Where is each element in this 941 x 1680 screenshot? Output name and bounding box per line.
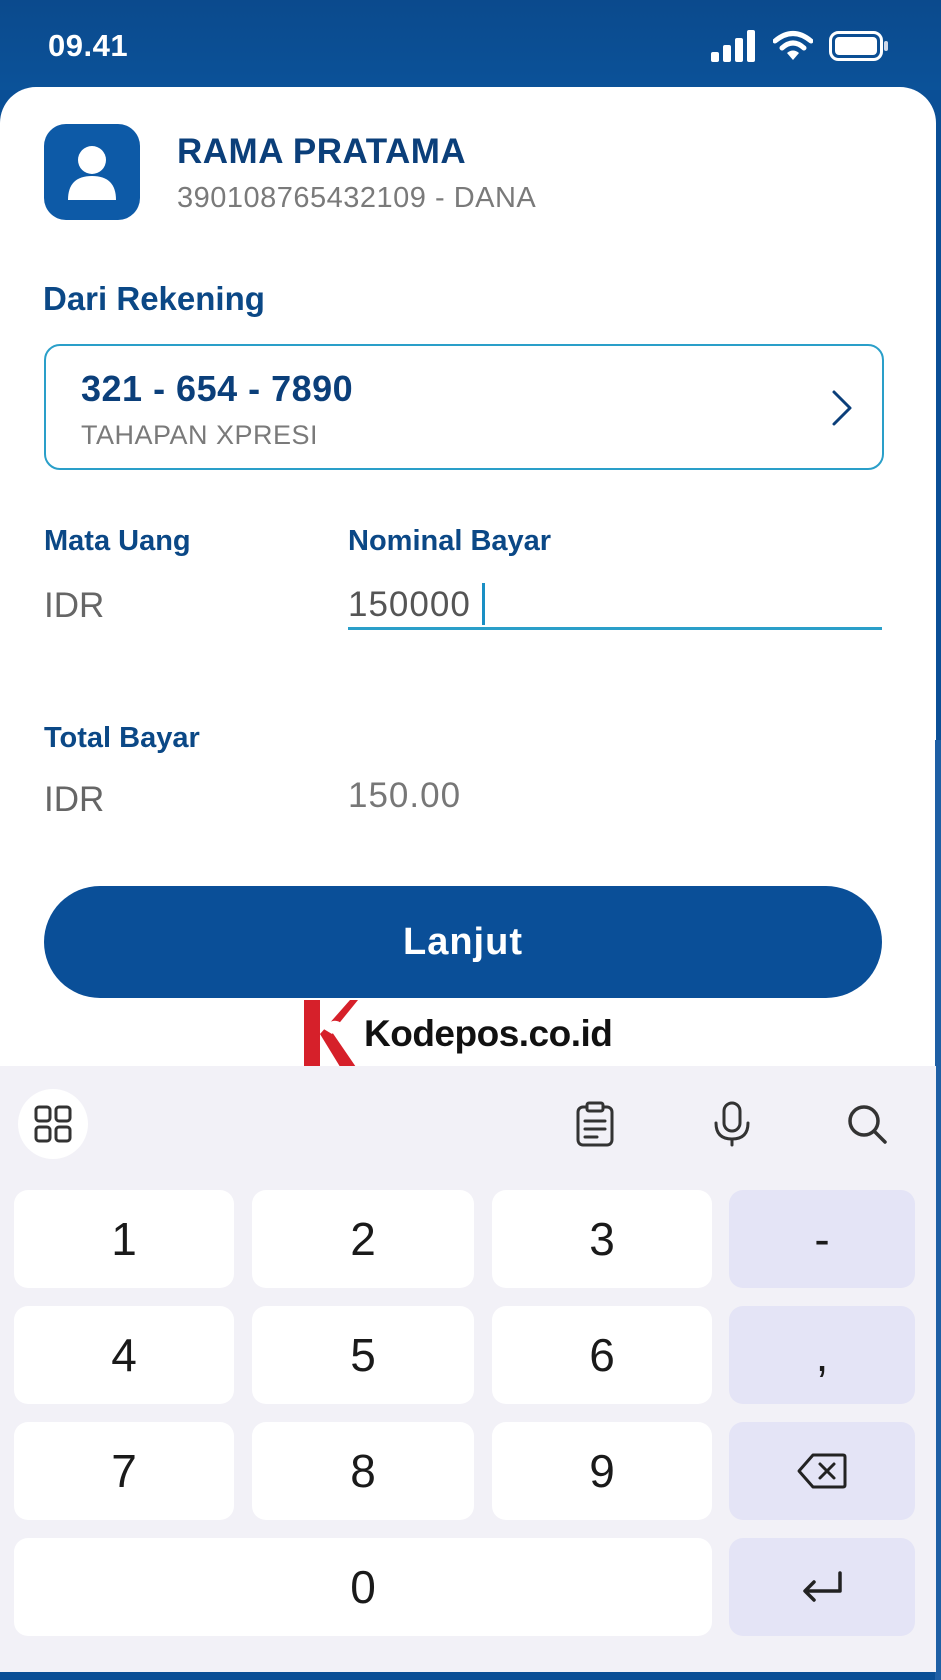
- currency-value: IDR: [44, 586, 105, 625]
- microphone-icon: [714, 1101, 750, 1147]
- recipient-name: RAMA PRATAMA: [177, 132, 467, 171]
- backspace-key[interactable]: [729, 1422, 915, 1520]
- watermark: Kodepos.co.id: [302, 998, 613, 1070]
- key-5[interactable]: 5: [252, 1306, 474, 1404]
- key-4[interactable]: 4: [14, 1306, 234, 1404]
- from-account-label: Dari Rekening: [43, 280, 265, 317]
- key-9[interactable]: 9: [492, 1422, 712, 1520]
- key-comma[interactable]: ,: [729, 1306, 915, 1404]
- enter-key[interactable]: [729, 1538, 915, 1636]
- account-type: TAHAPAN XPRESI: [81, 420, 319, 450]
- search-icon: [848, 1105, 887, 1144]
- key-minus[interactable]: -: [729, 1190, 915, 1288]
- microphone-button[interactable]: [707, 1098, 757, 1150]
- status-icons: [711, 30, 889, 62]
- apps-grid-button[interactable]: [18, 1089, 88, 1159]
- numeric-keyboard: 1 2 3 - 4 5 6 , 7 8 9 0: [0, 1066, 936, 1672]
- search-button[interactable]: [842, 1098, 892, 1150]
- watermark-logo-icon: [304, 1000, 358, 1070]
- from-account-selector[interactable]: 321 - 654 - 7890 TAHAPAN XPRESI: [44, 344, 884, 470]
- key-1[interactable]: 1: [14, 1190, 234, 1288]
- wifi-icon: [773, 31, 813, 60]
- avatar: [44, 124, 140, 220]
- status-time: 09.41: [48, 28, 129, 63]
- key-2[interactable]: 2: [252, 1190, 474, 1288]
- amount-input[interactable]: [348, 582, 882, 630]
- continue-button[interactable]: Lanjut: [44, 886, 882, 998]
- key-0[interactable]: 0: [14, 1538, 712, 1636]
- apps-grid-icon: [34, 1105, 72, 1143]
- backspace-icon: [797, 1453, 847, 1489]
- chevron-right-icon: [832, 390, 852, 426]
- text-caret: [482, 583, 485, 625]
- clipboard-icon: [576, 1101, 614, 1147]
- battery-icon: [829, 31, 888, 61]
- currency-label: Mata Uang: [44, 525, 191, 557]
- recipient-account: 390108765432109 - DANA: [177, 182, 537, 214]
- key-8[interactable]: 8: [252, 1422, 474, 1520]
- status-bar: 09.41: [0, 0, 941, 90]
- watermark-text: Kodepos.co.id: [364, 1013, 613, 1054]
- key-3[interactable]: 3: [492, 1190, 712, 1288]
- enter-icon: [803, 1571, 842, 1602]
- amount-label: Nominal Bayar: [348, 525, 552, 557]
- account-number: 321 - 654 - 7890: [81, 368, 354, 409]
- total-value: 150.00: [348, 776, 462, 815]
- key-7[interactable]: 7: [14, 1422, 234, 1520]
- user-icon: [68, 146, 116, 200]
- key-6[interactable]: 6: [492, 1306, 712, 1404]
- total-label: Total Bayar: [44, 722, 200, 754]
- clipboard-button[interactable]: [570, 1098, 620, 1150]
- total-currency: IDR: [44, 780, 105, 819]
- signal-icon: [711, 30, 755, 62]
